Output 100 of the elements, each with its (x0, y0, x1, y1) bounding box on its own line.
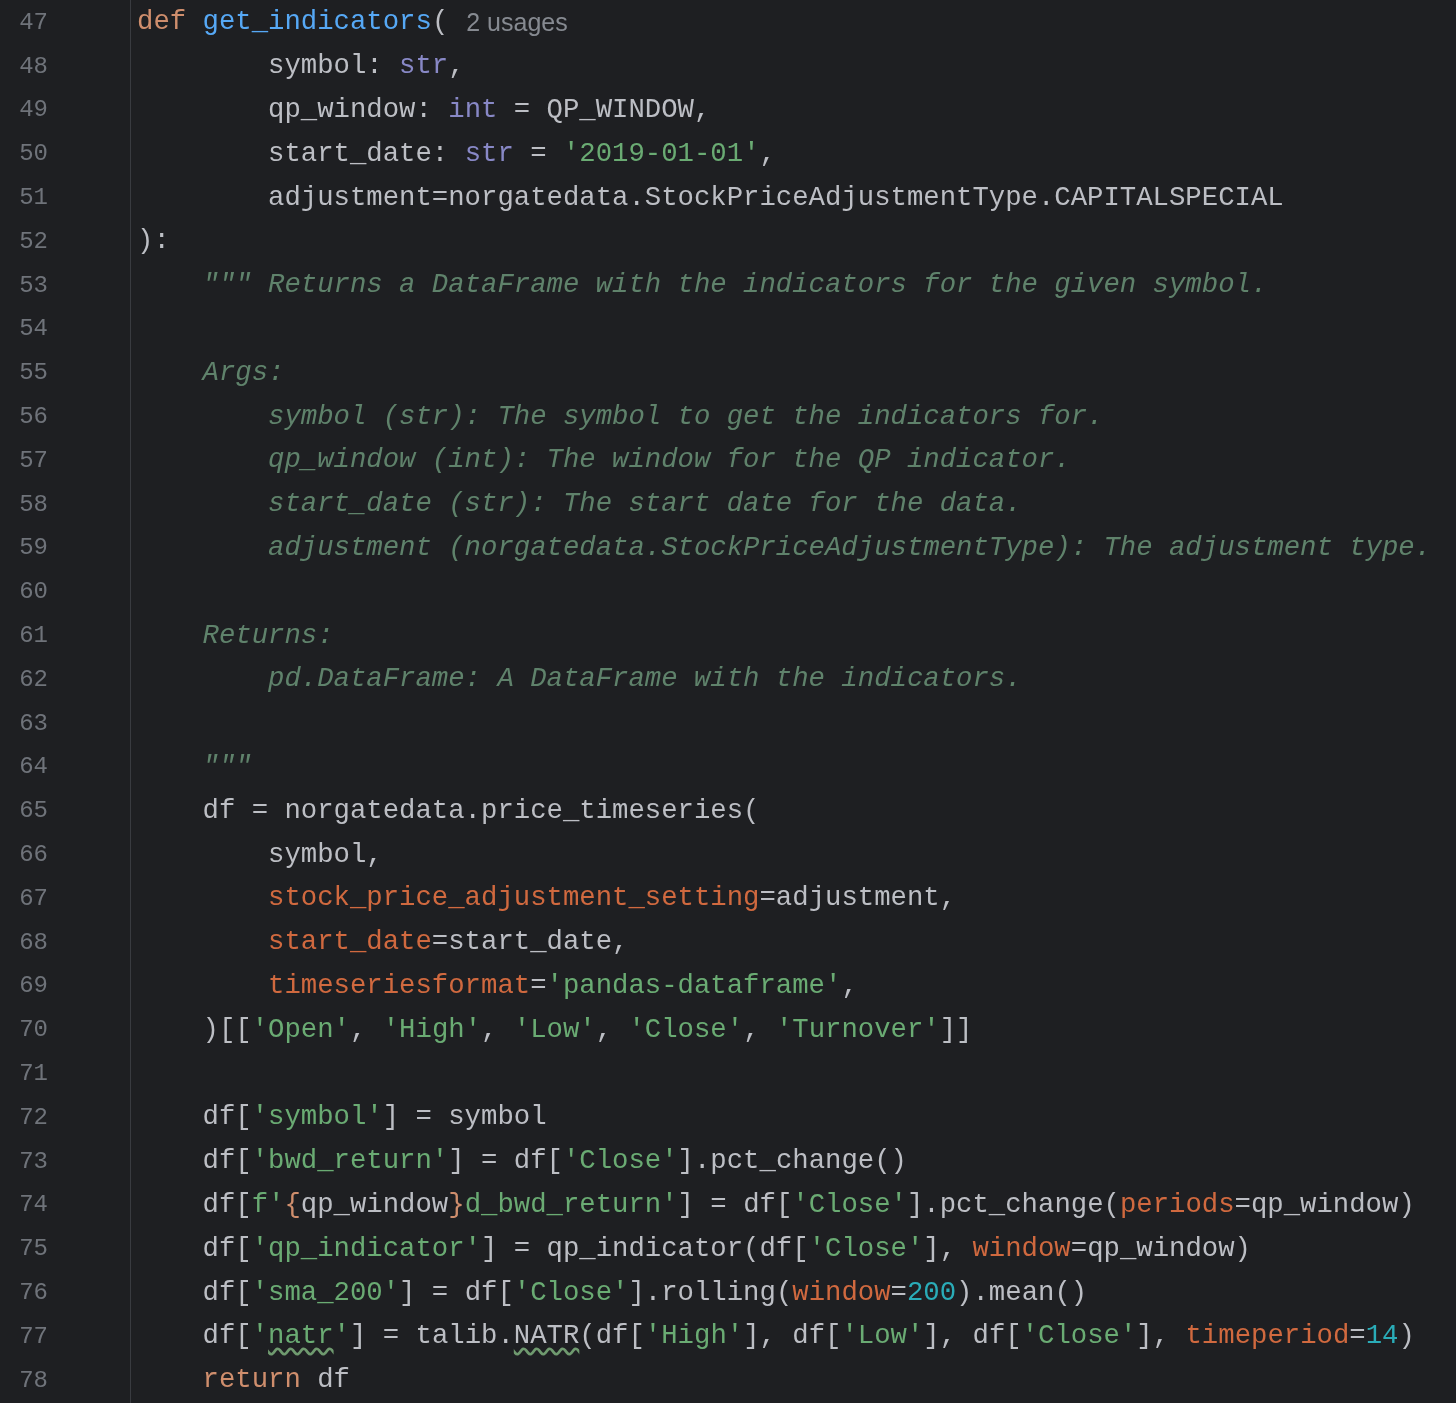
line-number: 47 (18, 7, 48, 38)
keyword: def (137, 5, 188, 40)
docstring: qp_window (int): The window for the QP indicator. (267, 443, 1071, 478)
code-text: =start_date, (431, 925, 629, 960)
line-number: 76 (18, 1278, 48, 1308)
line-number: 51 (18, 183, 48, 214)
code-text: = (530, 968, 547, 1003)
code-text: = QP_WINDOW, (512, 93, 711, 127)
keyword-argument: stock_price_adjustment_setting (267, 881, 760, 916)
string-literal: 'Close' (513, 1275, 629, 1310)
code-text: ] = symbol (382, 1100, 547, 1135)
line-number: 69 (18, 971, 48, 1002)
misspelled-word: NATR (513, 1319, 580, 1354)
number-literal: 14 (1365, 1319, 1399, 1354)
line-number: 65 (18, 796, 48, 827)
fstring-brace: { (284, 1187, 301, 1222)
string-literal: d_bwd_return' (464, 1187, 678, 1222)
type-name: str (399, 49, 449, 84)
line-number: 78 (18, 1365, 48, 1396)
type-name: int (448, 93, 498, 127)
code-text: ) (1398, 1319, 1415, 1354)
code-text: , (841, 968, 858, 1003)
string-literal: 'High' (382, 1012, 482, 1047)
code-text: df (316, 1363, 350, 1398)
code-text: (df[ (579, 1319, 645, 1354)
code-text: ].pct_change( (906, 1187, 1120, 1222)
code-text: ], (923, 1231, 958, 1266)
line-number: 72 (18, 1102, 48, 1133)
line-number: 68 (18, 927, 48, 958)
code-text: df[ (201, 1187, 252, 1222)
string-literal: 'Turnover' (775, 1012, 940, 1047)
code-text: ] = qp_indicator(df[ (481, 1231, 809, 1266)
docstring: start_date (str): The start date for the data. (267, 487, 1022, 522)
string-literal: 'Close' (1021, 1319, 1137, 1354)
line-number: 49 (18, 95, 48, 126)
line-number: 70 (18, 1015, 48, 1046)
keyword-argument: start_date (267, 925, 432, 960)
code-text: ] = df[ (448, 1144, 563, 1179)
code-text: ( (431, 5, 449, 40)
line-number: 74 (18, 1190, 48, 1221)
function-name: get_indicators (202, 5, 432, 40)
string-literal: 'Close' (562, 1144, 678, 1179)
keyword-argument: window (792, 1275, 891, 1310)
line-number: 75 (18, 1234, 48, 1265)
string-literal: 'bwd_return' (251, 1144, 449, 1179)
line-number: 58 (18, 489, 48, 520)
code-text: )[[ (201, 1012, 252, 1047)
code-text: , (349, 1012, 368, 1047)
line-number: 64 (18, 752, 48, 783)
code-text: df[ (201, 1100, 252, 1135)
string-literal: 'pandas-dataframe' (546, 968, 842, 1003)
code-text: , (448, 49, 465, 84)
line-number: 63 (18, 708, 48, 739)
docstring: Returns: (201, 618, 334, 653)
string-literal: 'Close' (792, 1187, 907, 1222)
code-text: ], (1136, 1319, 1171, 1354)
code-text: ] = talib. (350, 1319, 514, 1354)
keyword-argument: timeperiod (1185, 1319, 1350, 1354)
code-text: df[ (201, 1275, 252, 1310)
line-number: 61 (18, 621, 48, 652)
docstring: """ Returns a DataFrame with the indicators for the given symbol. (201, 268, 1268, 303)
line-number: 50 (18, 139, 48, 170)
string-literal: ' (251, 1319, 269, 1354)
line-number: 52 (18, 226, 48, 257)
keyword-argument: timeseriesformat (267, 968, 531, 1003)
string-literal: 'Low' (513, 1012, 596, 1047)
code-text: symbol, (267, 837, 383, 872)
code-text: adjustment=norgatedata.StockPriceAdjustmentType.CAPITALSPECIAL (267, 180, 1284, 215)
docstring: pd.DataFrame: A DataFrame with the indicators. (267, 662, 1022, 697)
string-literal: 'High' (644, 1319, 744, 1354)
string-literal: f' (251, 1187, 285, 1222)
line-number: 66 (18, 840, 48, 871)
code-text: symbol: (267, 49, 384, 84)
code-text: df[ (201, 1144, 252, 1179)
code-text: ].rolling( (628, 1275, 793, 1310)
code-text: ]] (939, 1012, 973, 1047)
line-number: 60 (18, 577, 48, 608)
code-text: qp_window: (267, 93, 433, 127)
keyword-argument: window (972, 1231, 1071, 1266)
fstring-brace: } (448, 1187, 465, 1222)
docstring: """ (201, 749, 252, 784)
line-number: 62 (18, 664, 48, 695)
line-number: 53 (18, 270, 48, 301)
keyword: return (201, 1363, 301, 1398)
code-text: , (481, 1012, 499, 1047)
line-number: 67 (18, 883, 48, 914)
code-text: ], df[ (743, 1319, 842, 1354)
string-literal: 'Open' (251, 1012, 350, 1047)
line-number: 77 (18, 1321, 48, 1352)
code-text: df[ (201, 1319, 252, 1354)
usages-hint[interactable]: 2 usages (466, 4, 568, 42)
code-text: ], df[ (923, 1319, 1022, 1354)
string-literal: 'Low' (841, 1319, 924, 1354)
code-text: = (890, 1275, 907, 1310)
keyword-argument: periods (1119, 1187, 1235, 1222)
line-number: 48 (18, 51, 48, 82)
string-literal: 'qp_indicator' (251, 1231, 481, 1266)
docstring: Args: (200, 355, 285, 390)
code-text: ] = df[ (677, 1187, 793, 1222)
code-text: start_date: (267, 136, 450, 171)
